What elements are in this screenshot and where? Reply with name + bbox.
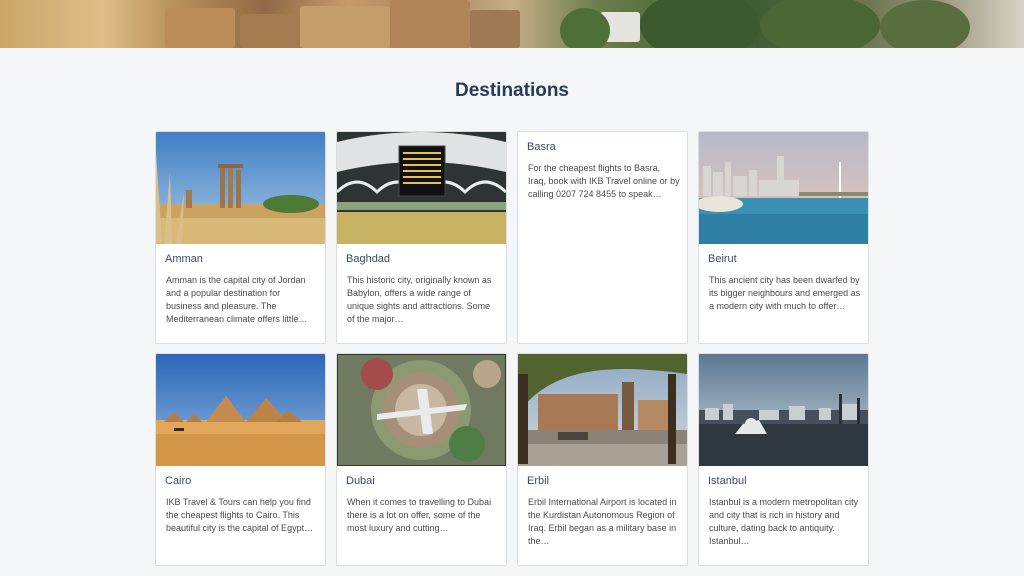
hero-banner-image <box>0 0 1024 48</box>
cairo-image <box>156 354 325 466</box>
destination-name: Cairo <box>165 475 192 487</box>
destination-description: Istanbul is a modern metropolitan city a… <box>709 497 859 546</box>
destination-card-baghdad[interactable]: Baghdad This historic city, originally k… <box>336 131 507 344</box>
page-title: Destinations <box>454 80 570 101</box>
destination-name: Dubai <box>346 475 375 487</box>
destination-name: Erbil <box>527 475 550 487</box>
destination-description: This historic city, originally known as … <box>347 275 492 324</box>
destination-name: Baghdad <box>346 253 391 265</box>
baghdad-image <box>337 132 506 244</box>
destination-description: For the cheapest flights to Basra, Iraq,… <box>528 163 680 199</box>
erbil-image <box>518 354 687 466</box>
destination-card-dubai[interactable]: Dubai When it comes to travelling to Dub… <box>336 353 507 566</box>
destination-card-amman[interactable]: Amman Amman is the capital city of Jorda… <box>155 131 326 344</box>
destination-card-erbil[interactable]: Erbil Erbil International Airport is loc… <box>517 353 688 566</box>
destination-card-istanbul[interactable]: Istanbul Istanbul is a modern metropolit… <box>698 353 869 566</box>
destination-description: When it comes to travelling to Dubai the… <box>347 497 492 533</box>
destination-description: Erbil International Airport is located i… <box>528 497 677 546</box>
destination-name: Basra <box>527 141 556 153</box>
destination-card-basra[interactable]: Basra For the cheapest flights to Basra,… <box>517 131 688 344</box>
dubai-image <box>337 354 506 466</box>
destination-description: This ancient city has been dwarfed by it… <box>709 275 861 311</box>
destination-name: Beirut <box>708 253 737 265</box>
amman-image <box>156 132 325 244</box>
destination-description: Amman is the capital city of Jordan and … <box>166 275 308 324</box>
destination-description: IKB Travel & Tours can help you find the… <box>166 497 314 533</box>
destination-name: Amman <box>165 253 203 265</box>
destination-card-beirut[interactable]: Beirut This ancient city has been dwarfe… <box>698 131 869 344</box>
destination-card-cairo[interactable]: Cairo IKB Travel & Tours can help you fi… <box>155 353 326 566</box>
istanbul-image <box>699 354 868 466</box>
beirut-image <box>699 132 868 244</box>
destination-name: Istanbul <box>708 475 747 487</box>
